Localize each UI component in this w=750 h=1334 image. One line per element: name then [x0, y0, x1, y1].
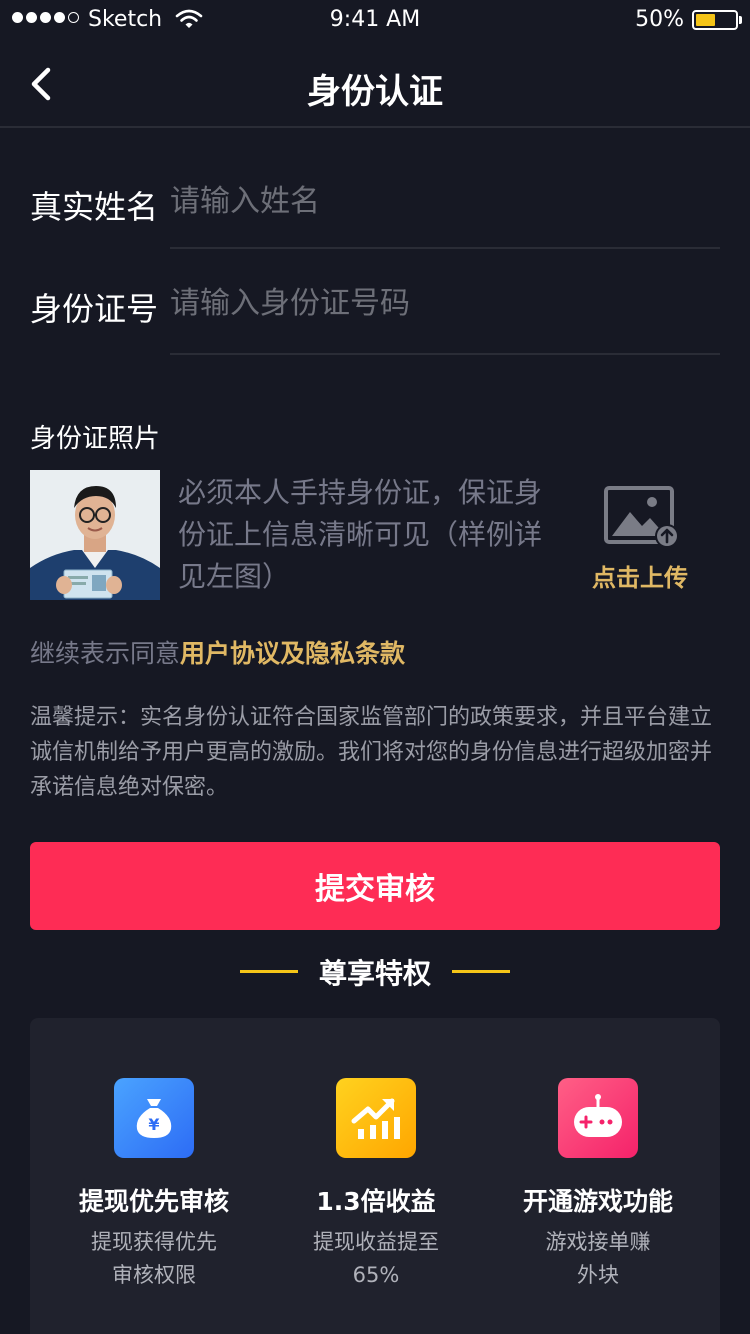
name-label: 真实姓名 [30, 188, 159, 226]
svg-text:¥: ¥ [148, 1115, 159, 1134]
notice-text: 温馨提示：实名身份认证符合国家监管部门的政策要求，并且平台建立诚信机制给予用户更… [30, 705, 713, 800]
battery-tip [739, 16, 742, 24]
privilege-title: 开通游戏功能 [522, 1187, 673, 1216]
privilege-desc-line: 外块 [577, 1263, 619, 1287]
id-photo-label: 身份证照片 [30, 424, 161, 454]
privilege-desc: 提现收益提至 65% [266, 1226, 486, 1292]
trend-up-icon [336, 1078, 416, 1158]
privilege-desc: 游戏接单赚 外块 [488, 1226, 708, 1292]
battery-percent: 50% [635, 7, 684, 32]
privilege-desc-line: 游戏接单赚 [545, 1230, 651, 1254]
status-bar: Sketch 9:41 AM 50% [0, 0, 750, 40]
agreement-prefix: 继续表示同意 [30, 639, 181, 668]
gamepad-icon [558, 1078, 638, 1158]
privilege-item-income-boost: 1.3倍收益 提现收益提至 65% [266, 1078, 486, 1292]
terms-privacy-link[interactable]: 用户协议及隐私条款 [180, 639, 405, 668]
photo-hint-text: 必须本人手持身份证，保证身份证上信息清晰可见（样例详见左图） [178, 476, 543, 593]
privilege-desc-line: 提现获得优先 [91, 1230, 217, 1254]
nav-bar: 身份认证 [0, 40, 750, 128]
privilege-item-priority-review: ¥ 提现优先审核 提现获得优先 审核权限 [44, 1078, 264, 1292]
agreement-text: 继续表示同意用户协议及隐私条款 [30, 634, 405, 670]
privilege-desc: 提现获得优先 审核权限 [44, 1226, 264, 1292]
name-input[interactable] [170, 176, 720, 226]
id-number-divider [170, 353, 720, 355]
id-number-label: 身份证号 [30, 290, 159, 328]
privilege-desc-line: 审核权限 [112, 1263, 196, 1287]
privilege-desc-line: 提现收益提至 [313, 1230, 439, 1254]
upload-label: 点击上传 [592, 564, 688, 592]
money-bag-icon: ¥ [114, 1078, 194, 1158]
page-title: 身份认证 [307, 72, 443, 112]
sample-id-photo [30, 470, 160, 600]
privilege-desc-line: 65% [352, 1263, 400, 1287]
submit-review-button[interactable]: 提交审核 [30, 842, 720, 930]
image-upload-icon [604, 486, 679, 548]
battery-icon [692, 10, 738, 30]
divider-right [452, 970, 510, 973]
privilege-title: 提现优先审核 [78, 1187, 229, 1216]
privilege-item-game-feature: 开通游戏功能 游戏接单赚 外块 [488, 1078, 708, 1292]
upload-button[interactable]: 点击上传 [588, 484, 692, 594]
name-divider [170, 247, 720, 249]
privileges-title: 尊享特权 [318, 957, 431, 990]
privilege-title: 1.3倍收益 [316, 1187, 436, 1216]
id-number-input[interactable] [170, 278, 720, 328]
